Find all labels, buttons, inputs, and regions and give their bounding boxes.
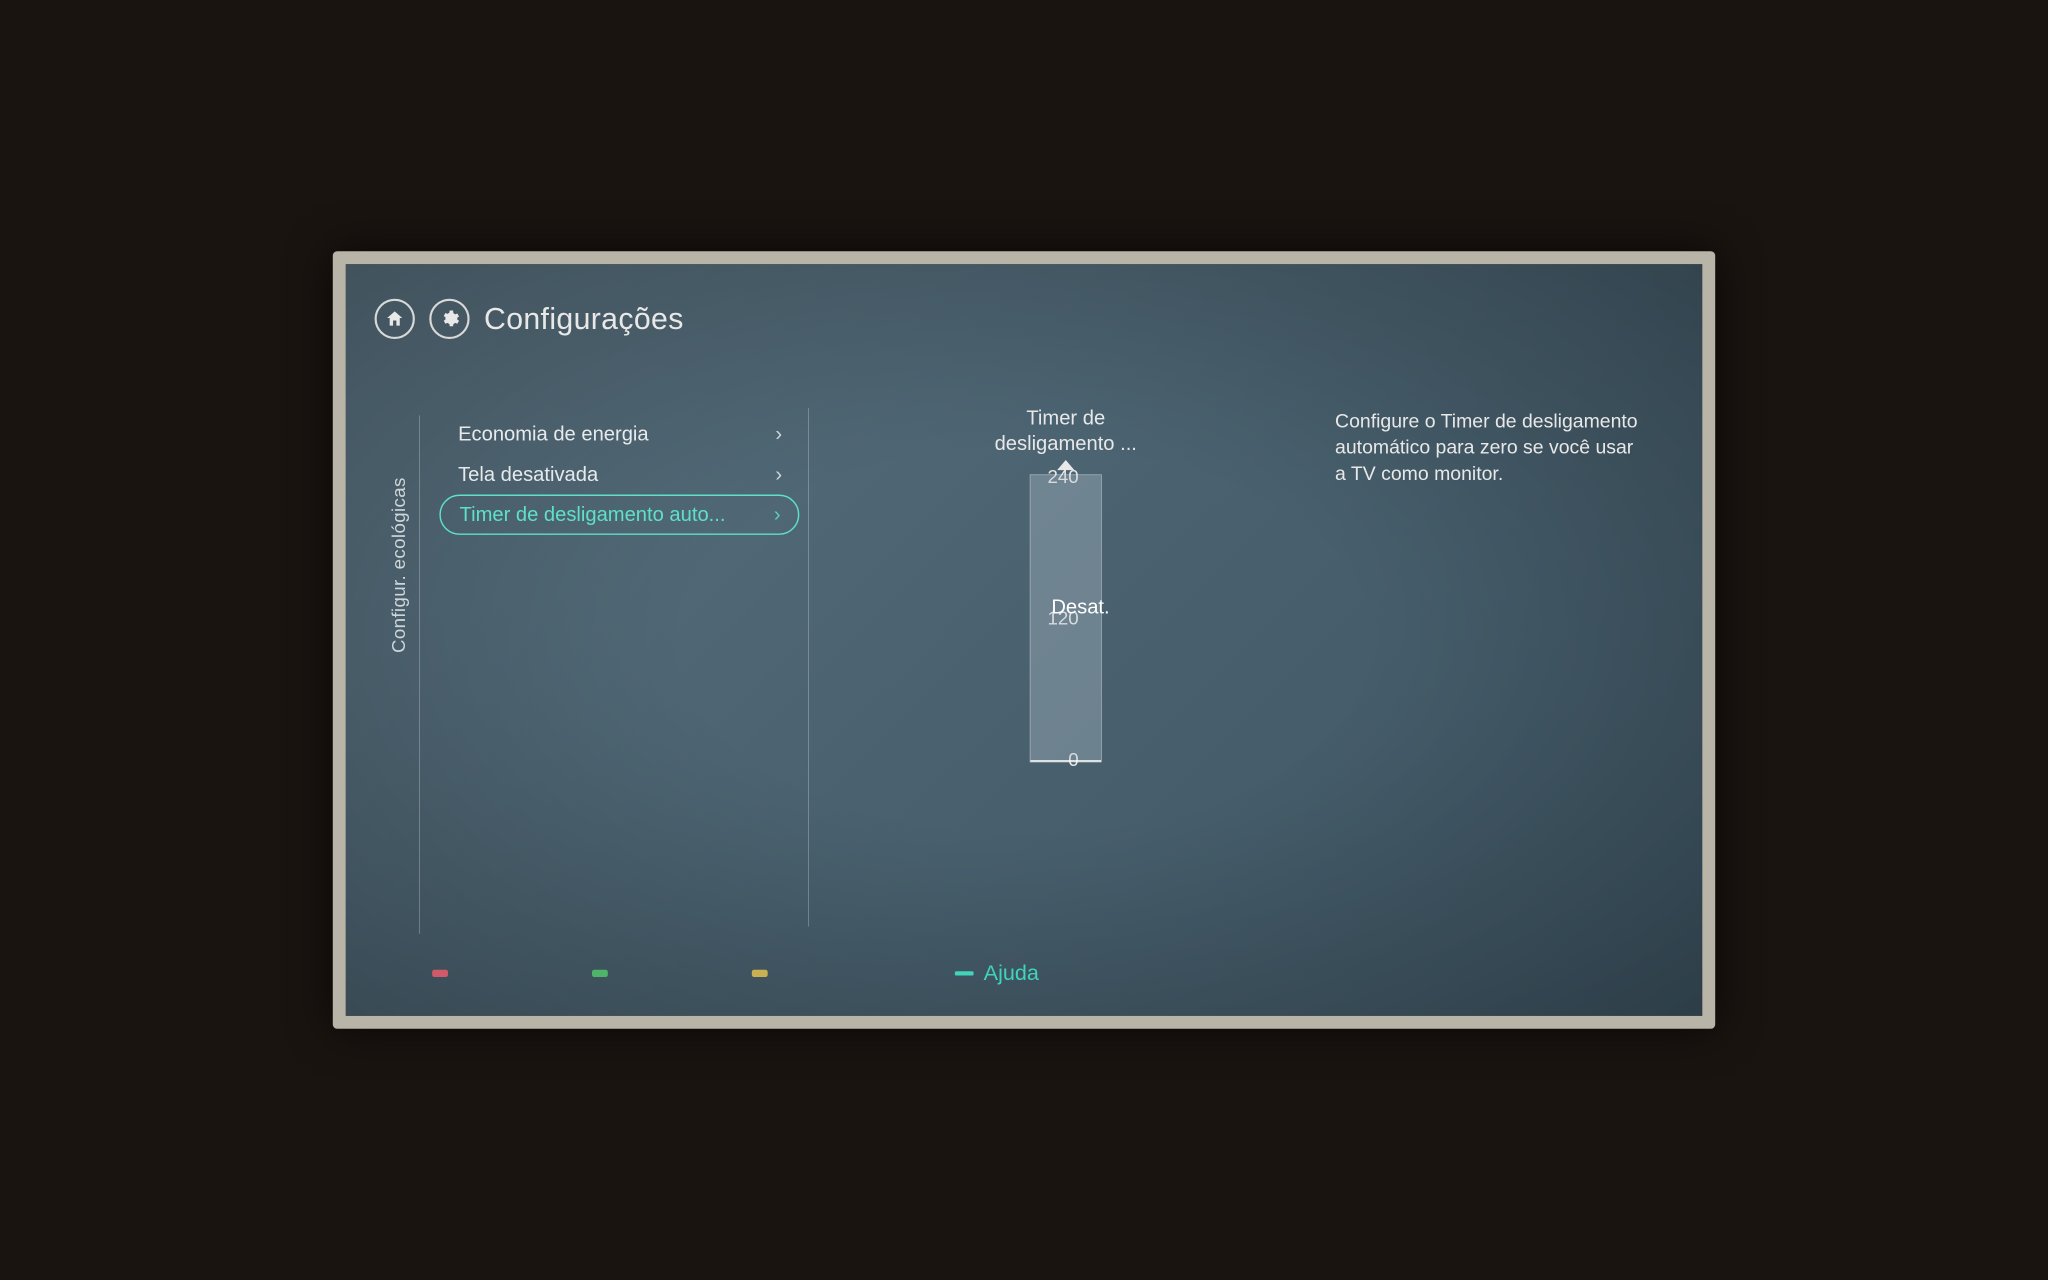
hint-red-button[interactable] xyxy=(432,970,448,977)
home-icon xyxy=(385,309,405,329)
header: Configurações xyxy=(375,299,684,339)
hint-green-button[interactable] xyxy=(592,970,608,977)
menu-item-label: Tela desativada xyxy=(458,463,598,486)
slider-value-label: Desat. xyxy=(1051,595,1109,618)
home-button[interactable] xyxy=(375,299,415,339)
vertical-divider xyxy=(808,408,809,926)
menu-item-label: Timer de desligamento auto... xyxy=(460,503,726,526)
slider-title-line2: desligamento ... xyxy=(995,432,1137,454)
settings-button[interactable] xyxy=(429,299,469,339)
chevron-right-icon: › xyxy=(774,503,781,526)
menu-item-screen-off[interactable]: Tela desativada › xyxy=(439,454,799,494)
color-button-hints: Ajuda xyxy=(346,961,1702,985)
slider-title-line1: Timer de xyxy=(1026,407,1105,429)
chevron-right-icon: › xyxy=(775,423,782,446)
settings-menu: Economia de energia › Tela desativada › … xyxy=(439,414,799,535)
help-label: Ajuda xyxy=(984,961,1039,985)
slider-title: Timer de desligamento ... xyxy=(972,405,1159,455)
menu-item-energy-saving[interactable]: Economia de energia › xyxy=(439,414,799,454)
menu-item-auto-off-timer[interactable]: Timer de desligamento auto... › xyxy=(439,495,799,535)
side-category-label: Configur. ecológicas xyxy=(388,477,410,653)
side-category: Configur. ecológicas xyxy=(388,423,410,653)
hint-blue-button xyxy=(955,971,974,975)
menu-item-label: Economia de energia xyxy=(458,423,649,446)
slider-track-area: 240 120 0 Desat. xyxy=(972,474,1159,762)
tv-screen: Configurações Configur. ecológicas Econo… xyxy=(333,251,1715,1029)
gear-icon xyxy=(439,309,459,329)
hint-yellow-button[interactable] xyxy=(752,970,768,977)
chevron-right-icon: › xyxy=(775,463,782,486)
timer-slider[interactable]: Timer de desligamento ... 240 120 0 Desa… xyxy=(972,405,1159,762)
setting-description: Configure o Timer de desligamento automá… xyxy=(1335,408,1645,487)
hint-help[interactable]: Ajuda xyxy=(955,961,1039,985)
page-title: Configurações xyxy=(484,302,684,337)
